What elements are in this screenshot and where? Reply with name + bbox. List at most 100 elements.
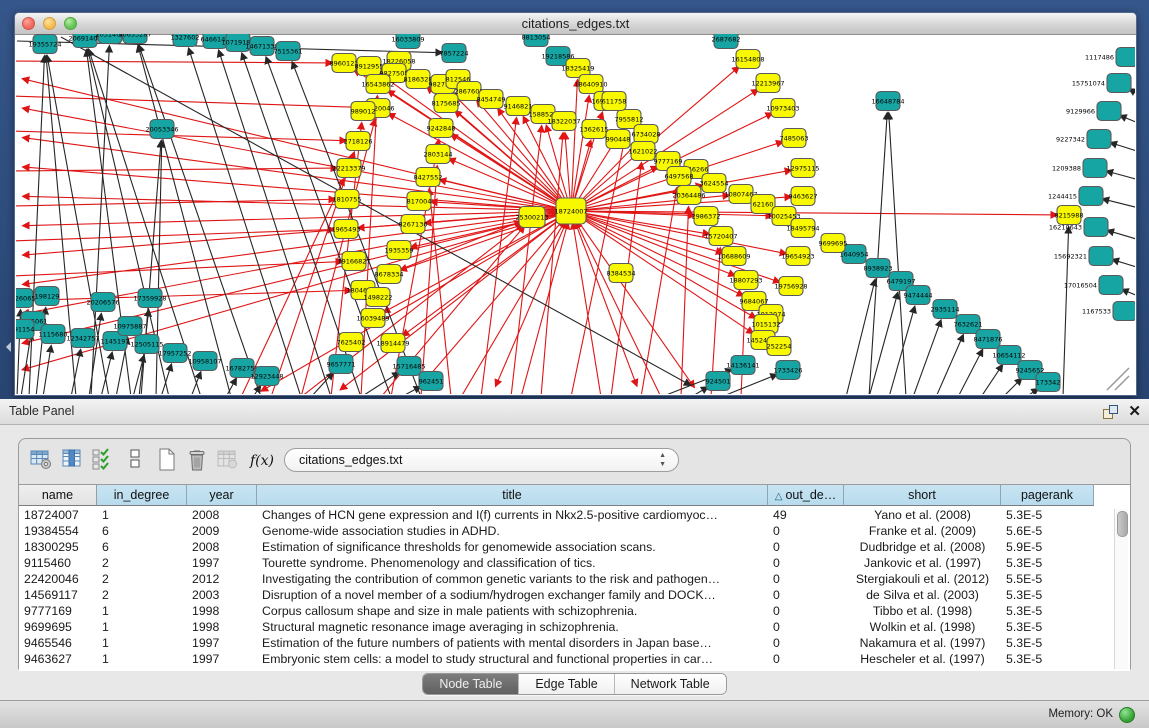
column-header-in_degree[interactable]: in_degree <box>97 485 187 506</box>
graph-node[interactable]: 19756928 <box>774 277 807 296</box>
tab-node-table[interactable]: Node Table <box>423 674 519 694</box>
graph-node[interactable]: 817004 <box>407 192 432 211</box>
graph-node[interactable]: 8813054 <box>522 34 551 47</box>
graph-node[interactable]: 9129966 <box>1066 102 1121 121</box>
vertical-scrollbar[interactable] <box>1114 509 1128 669</box>
table-row[interactable]: 1456911722003Disruption of a novel membe… <box>19 587 1115 603</box>
hidden-panel-arrow-icon[interactable] <box>1 342 11 352</box>
graph-node[interactable]: 12213379 <box>332 159 365 178</box>
column-header-out_de[interactable]: △out_de… <box>768 485 844 506</box>
graph-node[interactable]: 8427552 <box>414 168 443 187</box>
graph-node[interactable]: 8471876 <box>974 330 1003 349</box>
graph-node[interactable]: 16543862 <box>361 75 394 94</box>
graph-node[interactable]: 2986372 <box>692 207 721 226</box>
graph-node[interactable]: 6497568 <box>665 167 694 186</box>
graph-node[interactable]: 1935359 <box>385 241 414 260</box>
graph-node[interactable]: 16648784 <box>871 92 904 111</box>
graph-node[interactable]: 12342757 <box>66 329 99 348</box>
graph-node[interactable]: 9474444 <box>904 286 933 305</box>
graph-node[interactable]: 62160 <box>751 195 775 214</box>
graph-node[interactable]: 9463627 <box>789 187 818 206</box>
row-height-icon[interactable] <box>123 448 147 474</box>
window-resize-grip[interactable] <box>1107 368 1129 390</box>
graph-node[interactable]: 1965493 <box>332 220 361 239</box>
graph-node[interactable]: 391154 <box>16 320 34 339</box>
graph-node[interactable]: 1362615 <box>580 120 609 139</box>
graph-node[interactable]: 7857224 <box>440 44 469 63</box>
graph-node[interactable]: 1209388 <box>1052 159 1107 178</box>
graph-node[interactable]: 2526065 <box>16 289 35 308</box>
graph-node[interactable]: 10975887 <box>113 317 146 336</box>
graph-node[interactable]: 15720407 <box>704 227 737 246</box>
graph-node[interactable]: 9227342 <box>1056 130 1111 149</box>
table-row[interactable]: 946362711997Embryonic stem cells: a mode… <box>19 651 1115 667</box>
graph-node[interactable]: 9657771 <box>327 355 356 374</box>
graph-node[interactable]: 17016504 <box>1064 276 1123 295</box>
graph-node[interactable]: 10958107 <box>188 352 221 371</box>
graph-node[interactable]: 7515361 <box>274 42 303 61</box>
graph-node[interactable]: 15751074 <box>1072 74 1131 93</box>
graph-node[interactable]: 924501 <box>706 372 731 391</box>
graph-node[interactable]: 8454749 <box>477 90 506 109</box>
graph-node[interactable]: 2803144 <box>424 145 453 164</box>
table-row[interactable]: 2242004622012Investigating the contribut… <box>19 571 1115 587</box>
graph-node[interactable]: 18495794 <box>786 219 819 238</box>
graph-node[interactable]: 8267130 <box>399 215 428 234</box>
graph-node[interactable]: 16039489 <box>356 309 389 328</box>
graph-node[interactable]: 12923448 <box>250 367 283 386</box>
graph-node[interactable]: 18914479 <box>376 334 409 353</box>
graph-node[interactable]: 2718126 <box>344 132 373 151</box>
graph-node[interactable]: 1810755 <box>333 190 362 209</box>
table-row[interactable]: 1872400712008Changes of HCN gene express… <box>19 507 1115 523</box>
graph-node[interactable]: 8938923 <box>864 259 893 278</box>
graph-node[interactable]: 14136141 <box>726 356 759 375</box>
graph-node[interactable]: 20364486 <box>672 186 705 205</box>
tab-edge-table[interactable]: Edge Table <box>519 674 614 694</box>
graph-node[interactable]: 8175685 <box>432 94 461 113</box>
graph-node[interactable]: 6734028 <box>632 125 661 144</box>
graph-node[interactable]: 1733426 <box>774 361 803 380</box>
table-selector-dropdown[interactable]: citations_edges.txt ▲▼ <box>284 448 679 472</box>
show-columns-icon[interactable] <box>61 448 85 474</box>
new-table-icon[interactable] <box>155 448 179 474</box>
select-columns-icon[interactable] <box>91 448 115 474</box>
graph-node[interactable]: 19355724 <box>28 35 61 54</box>
table-row[interactable]: 1830029562008Estimation of significance … <box>19 539 1115 555</box>
table-mode-icon[interactable] <box>29 448 53 474</box>
graph-node[interactable]: 15692321 <box>1054 247 1113 266</box>
graph-node[interactable]: 252254 <box>767 337 792 356</box>
graph-node[interactable]: 1167533 <box>1082 302 1135 321</box>
column-header-pagerank[interactable]: pagerank <box>1001 485 1094 506</box>
graph-node[interactable]: 10653287 <box>118 34 151 44</box>
graph-node[interactable]: 18640910 <box>574 75 607 94</box>
graph-node[interactable]: 8678334 <box>375 265 404 284</box>
graph-node[interactable]: 2687682 <box>712 34 741 49</box>
table-row[interactable]: 946554611997Estimation of the future num… <box>19 635 1115 651</box>
function-builder-icon[interactable]: f(x) <box>247 448 277 474</box>
graph-node[interactable]: 1498222 <box>364 288 393 307</box>
graph-node[interactable]: 9699695 <box>819 234 848 253</box>
graph-node[interactable]: 990448 <box>606 130 631 149</box>
graph-node[interactable]: 18724007 <box>554 198 587 224</box>
close-icon[interactable]: ✕ <box>1128 402 1141 420</box>
graph-node[interactable]: 8215988 <box>1055 206 1084 225</box>
graph-node[interactable]: 1115680 <box>39 325 68 344</box>
graph-node[interactable]: 9242848 <box>427 119 456 138</box>
graph-node[interactable]: 20206576 <box>86 293 119 312</box>
float-window-icon[interactable] <box>1103 405 1117 418</box>
graph-node[interactable]: 18807293 <box>729 271 762 290</box>
graph-node[interactable]: 989012 <box>351 102 376 121</box>
graph-node[interactable]: 198129 <box>35 287 60 306</box>
graph-node[interactable]: 10973403 <box>766 99 799 118</box>
graph-node[interactable]: 19166827 <box>337 252 370 271</box>
graph-node[interactable]: 16154808 <box>731 50 764 69</box>
network-graph-canvas[interactable]: 1935572420691406203140610653287132760264… <box>16 34 1135 394</box>
graph-node[interactable]: 1244415 <box>1048 187 1103 206</box>
table-row[interactable]: 969969511998Structural magnetic resonanc… <box>19 619 1115 635</box>
graph-node[interactable]: 25300213 <box>515 207 548 228</box>
column-header-name[interactable]: name <box>19 485 97 506</box>
network-window-titlebar[interactable]: citations_edges.txt <box>15 13 1136 35</box>
graph-node[interactable]: 17359928 <box>133 289 166 308</box>
table-row[interactable]: 1938455462009Genome-wide association stu… <box>19 523 1115 539</box>
import-table-icon[interactable] <box>216 448 240 474</box>
